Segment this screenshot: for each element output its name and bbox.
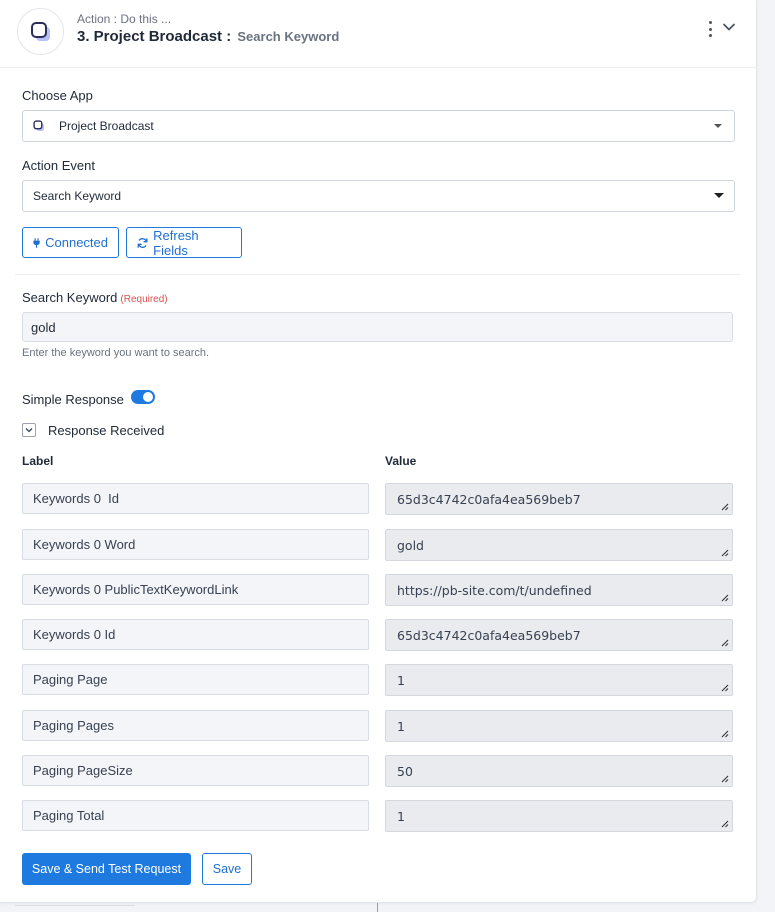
step-kicker: Action : Do this ...	[77, 12, 172, 26]
search-keyword-label: Search Keyword (Required)	[22, 290, 168, 305]
response-received-toggle[interactable]	[22, 423, 36, 437]
response-value-text: 1	[397, 718, 405, 734]
save-send-test-button[interactable]: Save & Send Test Request	[22, 853, 191, 885]
resize-grip-icon[interactable]	[720, 502, 729, 511]
response-label-cell: Paging Total	[22, 800, 369, 831]
search-keyword-label-text: Search Keyword	[22, 290, 118, 305]
resize-grip-icon[interactable]	[720, 593, 729, 602]
step-title: 3. Project Broadcast : Search Keyword	[77, 28, 339, 45]
section-divider	[15, 274, 740, 275]
response-value-text: 65d3c4742c0afa4ea569beb7	[397, 491, 581, 507]
label-column-header: Label	[22, 454, 54, 468]
response-label-cell: Keywords 0 PublicTextKeywordLink	[22, 574, 369, 605]
response-value-cell[interactable]: 1	[385, 800, 733, 832]
plug-icon	[33, 237, 40, 248]
project-broadcast-small-icon	[33, 120, 44, 131]
response-value-cell[interactable]: 1	[385, 710, 733, 742]
response-label-cell: Paging PageSize	[22, 755, 369, 786]
action-event-select[interactable]: Search Keyword	[22, 180, 735, 212]
caret-down-icon	[714, 124, 722, 128]
response-value-text: 50	[397, 763, 413, 779]
refresh-fields-label: Refresh Fields	[153, 227, 199, 258]
response-value-text: 1	[397, 808, 405, 824]
search-keyword-input[interactable]: gold	[22, 312, 733, 342]
connector-line	[377, 903, 378, 912]
response-label-cell: Paging Page	[22, 664, 369, 695]
simple-response-toggle[interactable]	[131, 390, 155, 404]
response-label-cell: Keywords 0 Id	[22, 483, 369, 514]
step-subtitle: Search Keyword	[237, 29, 340, 44]
resize-grip-icon[interactable]	[720, 819, 729, 828]
choose-app-label: Choose App	[22, 88, 93, 103]
response-value-text: 65d3c4742c0afa4ea569beb7	[397, 627, 581, 643]
response-value-text: 1	[397, 672, 405, 688]
response-value-cell[interactable]: gold	[385, 529, 733, 561]
required-marker: (Required)	[120, 294, 168, 305]
response-value-cell[interactable]: 50	[385, 755, 733, 787]
connected-button[interactable]: Connected	[22, 227, 119, 258]
resize-grip-icon[interactable]	[720, 774, 729, 783]
chevron-down-icon	[25, 428, 33, 433]
response-value-cell[interactable]: 65d3c4742c0afa4ea569beb7	[385, 619, 733, 651]
response-value-cell[interactable]: https://pb-site.com/t/undefined	[385, 574, 733, 606]
choose-app-select[interactable]: Project Broadcast	[22, 110, 735, 142]
response-value-text: gold	[397, 537, 424, 553]
action-event-value: Search Keyword	[33, 189, 122, 203]
simple-response-label: Simple Response	[22, 392, 124, 407]
search-keyword-hint: Enter the keyword you want to search.	[22, 347, 210, 359]
value-column-header: Value	[385, 454, 417, 468]
response-value-cell[interactable]: 1	[385, 664, 733, 696]
response-received-label: Response Received	[48, 423, 165, 438]
response-value-cell[interactable]: 65d3c4742c0afa4ea569beb7	[385, 483, 733, 515]
resize-grip-icon[interactable]	[720, 729, 729, 738]
step-title-text: 3. Project Broadcast :	[77, 28, 232, 45]
next-card-edge	[15, 905, 135, 912]
response-label-cell: Keywords 0 Word	[22, 529, 369, 560]
resize-grip-icon[interactable]	[720, 683, 729, 692]
resize-grip-icon[interactable]	[720, 548, 729, 557]
step-header[interactable]: Action : Do this ... 3. Project Broadcas…	[0, 0, 757, 68]
action-step-card: Action : Do this ... 3. Project Broadcas…	[0, 0, 757, 903]
refresh-fields-button[interactable]: Refresh Fields	[126, 227, 242, 258]
resize-grip-icon[interactable]	[720, 638, 729, 647]
response-label-cell: Keywords 0 Id	[22, 619, 369, 650]
save-button[interactable]: Save	[202, 853, 252, 885]
response-label-cell: Paging Pages	[22, 710, 369, 741]
choose-app-value: Project Broadcast	[59, 119, 154, 133]
chevron-down-icon[interactable]	[722, 20, 736, 34]
connected-label: Connected	[45, 235, 108, 250]
kebab-menu-icon[interactable]	[704, 21, 716, 37]
response-value-text: https://pb-site.com/t/undefined	[397, 582, 592, 598]
action-event-label: Action Event	[22, 158, 95, 173]
refresh-icon	[137, 237, 148, 248]
caret-down-icon	[714, 193, 724, 198]
project-broadcast-logo	[17, 8, 64, 55]
